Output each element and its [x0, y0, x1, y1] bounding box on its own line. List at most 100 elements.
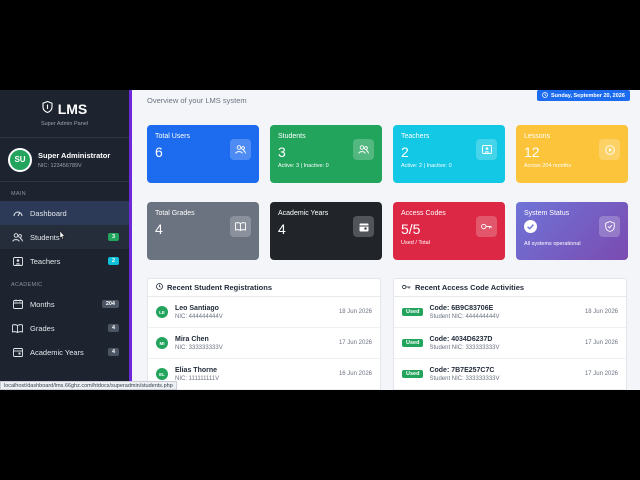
card-subtext: Active: 3 | Inactive: 0: [278, 163, 329, 169]
recent-codes-panel: Recent Access Code Activities Used Code:…: [393, 278, 627, 390]
shield-check-icon: [599, 216, 620, 237]
student-nic: NIC: 333333333V: [175, 344, 223, 351]
sidebar-item-teachers[interactable]: Teachers 2: [0, 249, 129, 273]
list-item[interactable]: Used Code: 6B9C83706E Student NIC: 444444…: [394, 297, 626, 328]
date-text: Sunday, September 20, 2026: [551, 92, 625, 99]
stat-card-teachers[interactable]: Teachers 2 Active: 2 | Inactive: 0: [393, 125, 505, 183]
play-circle-icon: [599, 139, 620, 160]
key-icon: [476, 216, 497, 237]
card-subtext: Active: 2 | Inactive: 0: [401, 163, 452, 169]
student-name: Mira Chen: [175, 335, 209, 343]
shield-logo-icon: [42, 100, 53, 118]
code-value: Code: 4034D6237D: [429, 335, 493, 343]
check-circle-icon: [524, 220, 537, 238]
clock-icon: [156, 283, 163, 292]
row-date: 17 Jun 2026: [584, 371, 618, 377]
avatar: LE: [156, 306, 168, 318]
stat-card-academic-years[interactable]: Academic Years 4: [270, 202, 382, 260]
list-item[interactable]: Used Code: 4034D6237D Student NIC: 333333…: [394, 328, 626, 359]
card-subtext: Used / Total: [401, 240, 430, 246]
key-icon: [402, 283, 411, 292]
panel-header: Recent Student Registrations: [148, 279, 380, 297]
count-badge: 204: [101, 300, 119, 308]
gauge-icon: [12, 208, 23, 219]
count-badge: 4: [107, 324, 119, 332]
page-subtitle: Overview of your LMS system: [147, 96, 247, 105]
sidebar-item-months[interactable]: Months 204: [0, 292, 129, 316]
avatar: MI: [156, 337, 168, 349]
stat-card-students[interactable]: Students 3 Active: 3 | Inactive: 0: [270, 125, 382, 183]
mouse-cursor-icon: [59, 231, 66, 240]
row-date: 18 Jun 2026: [338, 309, 372, 315]
date-badge: Sunday, September 20, 2026: [537, 90, 630, 101]
row-date: 17 Jun 2026: [584, 340, 618, 346]
sidebar-item-students[interactable]: Students 3: [0, 225, 129, 249]
card-subtext: All systems operational: [524, 241, 581, 247]
main-content: Overview of your LMS system Sunday, Sept…: [135, 90, 640, 390]
list-item[interactable]: Used Code: 7B7E257C7C Student NIC: 333333…: [394, 359, 626, 390]
avatar: SU: [8, 147, 32, 172]
calendar-event-icon: [12, 347, 23, 358]
link-status-bar: localhost/dashboard/lms.66ghz.com/htdocs…: [0, 381, 177, 390]
status-badge: Used: [402, 339, 424, 347]
stat-card-access-codes[interactable]: Access Codes 5/5 Used / Total: [393, 202, 505, 260]
sidebar-item-academic-years[interactable]: Academic Years 4: [0, 340, 129, 364]
sidebar-item-label: Academic Years: [30, 347, 84, 357]
sidebar-item-label: Grades: [30, 323, 55, 333]
user-nic: NIC: 123456789V: [38, 162, 82, 169]
stat-card-lessons[interactable]: Lessons 12 Across 204 months: [516, 125, 628, 183]
status-badge: Used: [402, 308, 424, 316]
calendar-icon: [12, 299, 23, 310]
section-academic: ACADEMIC: [11, 282, 43, 288]
card-subtext: Across 204 months: [524, 163, 572, 169]
panel-title: Recent Access Code Activities: [415, 283, 525, 292]
student-nic: Student NIC: 444444444V: [429, 313, 500, 320]
section-main: MAIN: [11, 191, 26, 197]
brand-subtitle: Super Admin Panel: [40, 121, 89, 127]
count-badge: 2: [107, 257, 119, 265]
panel-header: Recent Access Code Activities: [394, 279, 626, 297]
recent-students-panel: Recent Student Registrations LE Leo Sant…: [147, 278, 381, 390]
sidebar-item-grades[interactable]: Grades 4: [0, 316, 129, 340]
student-nic: Student NIC: 333333333V: [429, 344, 500, 351]
row-date: 18 Jun 2026: [584, 309, 618, 315]
user-name: Super Administrator: [38, 150, 111, 160]
brand: LMS Super Admin Panel: [0, 90, 129, 138]
stat-card-total-grades[interactable]: Total Grades 4: [147, 202, 259, 260]
student-name: Leo Santiago: [175, 304, 219, 312]
row-date: 17 Jun 2026: [338, 340, 372, 346]
sidebar-item-dashboard[interactable]: Dashboard: [0, 201, 129, 225]
calendar-icon: [353, 216, 374, 237]
count-badge: 4: [107, 348, 119, 356]
brand-title: LMS: [57, 101, 88, 117]
panel-title: Recent Student Registrations: [167, 283, 273, 292]
clock-icon: [542, 91, 548, 100]
users-icon: [12, 232, 23, 243]
sidebar: LMS Super Admin Panel SU Super Administr…: [0, 90, 132, 390]
list-item[interactable]: LE Leo Santiago NIC: 444444444V 18 Jun 20…: [148, 297, 380, 328]
code-value: Code: 7B7E257C7C: [429, 366, 495, 374]
user-profile[interactable]: SU Super Administrator NIC: 123456789V: [0, 138, 129, 182]
student-name: Elias Thorne: [175, 366, 218, 374]
app-screen: LMS Super Admin Panel SU Super Administr…: [0, 90, 640, 390]
sidebar-item-label: Months: [30, 299, 55, 309]
student-nic: NIC: 444444444V: [175, 313, 223, 320]
book-icon: [12, 323, 23, 334]
sidebar-item-label: Students: [30, 232, 60, 242]
users-icon: [230, 139, 251, 160]
sidebar-item-label: Teachers: [30, 256, 61, 266]
users-icon: [353, 139, 374, 160]
list-item[interactable]: MI Mira Chen NIC: 333333333V 17 Jun 2026: [148, 328, 380, 359]
id-card-icon: [12, 256, 23, 267]
status-badge: Used: [402, 370, 424, 378]
code-value: Code: 6B9C83706E: [429, 304, 494, 312]
sidebar-item-label: Dashboard: [30, 208, 67, 218]
avatar: EL: [156, 368, 168, 380]
list-item[interactable]: EL Elias Thorne NIC: 111111111V 16 Jun 20…: [148, 359, 380, 390]
stat-card-system-status[interactable]: System Status All systems operational: [516, 202, 628, 260]
id-card-icon: [476, 139, 497, 160]
stat-card-total-users[interactable]: Total Users 6: [147, 125, 259, 183]
student-nic: Student NIC: 333333333V: [429, 375, 500, 382]
book-icon: [230, 216, 251, 237]
student-nic: NIC: 111111111V: [175, 375, 220, 382]
